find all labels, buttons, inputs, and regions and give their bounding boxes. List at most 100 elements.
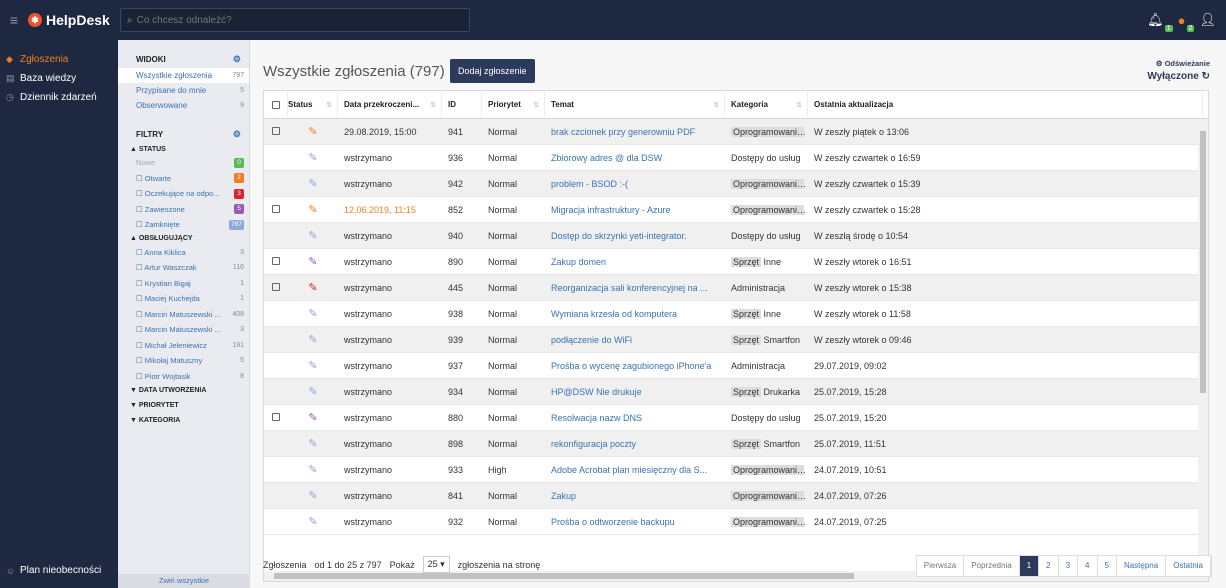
handler-filter[interactable]: ☐ Piotr Wojtasik 8 xyxy=(118,369,249,385)
topic-link[interactable]: problem - BSOD :-( xyxy=(545,179,725,189)
page-button[interactable]: Poprzednia xyxy=(964,556,1020,576)
collapse-all-button[interactable]: Zwiń wszystkie xyxy=(118,574,250,588)
table-row[interactable]: ✎ wstrzymano 932 Normal Prośba o odtworzenie… xyxy=(264,509,1208,535)
app-logo[interactable]: ✱ HelpDesk xyxy=(28,12,120,28)
row-checkbox[interactable] xyxy=(264,204,288,215)
table-row[interactable]: ✎ wstrzymano 890 Normal Zakup domen Sprzęt In… xyxy=(264,249,1208,275)
handler-filter[interactable]: ☐ Michał Jeleniewicz 191 xyxy=(118,338,249,354)
deadline-cell: wstrzymano xyxy=(344,152,393,163)
table-row[interactable]: ✎ wstrzymano 934 Normal HP@DSW Nie drukuje Sp… xyxy=(264,379,1208,405)
page-button[interactable]: Ostatnia xyxy=(1166,556,1211,576)
handler-filter[interactable]: ☐ Marcin Matuszewski ... 408 xyxy=(118,307,249,323)
table-row[interactable]: ✎ wstrzymano 936 Normal Zbiorowy adres @ dla… xyxy=(264,145,1208,171)
col-topic[interactable]: Temat ⇅ xyxy=(545,91,725,118)
handler-filter[interactable]: ☐ Anna Kiklica 3 xyxy=(118,245,249,261)
handler-filter[interactable]: ☐ Krystian Bigaj 1 xyxy=(118,276,249,292)
date-header[interactable]: ▼ DATA UTWORZENIA xyxy=(118,384,249,396)
topic-link[interactable]: Migracja infrastruktury - Azure xyxy=(545,205,725,215)
page-size-select[interactable]: 25 ▾ xyxy=(422,556,450,573)
select-all-checkbox[interactable] xyxy=(264,91,288,118)
page-button[interactable]: Pierwsza xyxy=(917,556,965,576)
view-assigned[interactable]: Przypisane do mnie 5 xyxy=(118,83,249,98)
topic-link[interactable]: Dostęp do skrzynki yeti-integrator. xyxy=(545,231,725,241)
gear-icon[interactable]: ⚙ xyxy=(233,54,241,65)
nav-item-knowledge[interactable]: ▤ Baza wiedzy xyxy=(0,69,118,88)
status-icon: ✎ xyxy=(308,126,318,138)
table-row[interactable]: ✎ 12.06.2019, 11:15 852 Normal Migracja infr… xyxy=(264,197,1208,223)
handler-filter[interactable]: ☐ Maciej Kuchejda 1 xyxy=(118,291,249,307)
status-filter[interactable]: ☐ Otwarte 2 xyxy=(118,171,249,187)
menu-icon[interactable]: ≡ xyxy=(0,12,28,28)
page-button[interactable]: 4 xyxy=(1078,556,1098,576)
col-category[interactable]: Kategoria ⇅ xyxy=(725,91,808,118)
handler-filter[interactable]: ☐ Artur Waszczak 116 xyxy=(118,260,249,276)
topic-link[interactable]: brak czcionek przy generowniu PDF xyxy=(545,127,725,137)
row-checkbox[interactable] xyxy=(264,282,288,293)
user-icon[interactable]: 👤︎ xyxy=(1199,12,1216,28)
handler-filter[interactable]: ☐ Mikołaj Matuszny 5 xyxy=(118,353,249,369)
table-row[interactable]: ✎ 29.08.2019, 15:00 941 Normal brak czcionek… xyxy=(264,119,1208,145)
search-input[interactable] xyxy=(136,14,457,26)
topic-link[interactable]: Adobe Acrobat plan miesięczny dla S... xyxy=(545,465,725,475)
row-checkbox[interactable] xyxy=(264,256,288,267)
topic-link[interactable]: Zbiorowy adres @ dla DSW xyxy=(545,153,725,163)
table-row[interactable]: ✎ wstrzymano 880 Normal Resolwacja nazw DNS D… xyxy=(264,405,1208,431)
nav-item-tickets[interactable]: ◆ Zgłoszenia xyxy=(0,50,118,69)
updated-cell: W zeszły wtorek o 11:58 xyxy=(814,308,911,319)
col-priority[interactable]: Priorytet ⇅ xyxy=(482,91,545,118)
table-row[interactable]: ✎ wstrzymano 933 High Adobe Acrobat plan mie… xyxy=(264,457,1208,483)
page-button[interactable]: Następna xyxy=(1117,556,1167,576)
topic-link[interactable]: Zakup xyxy=(545,491,725,501)
page-button[interactable]: 2 xyxy=(1039,556,1059,576)
status-filter[interactable]: ☐ Zamknięte 787 xyxy=(118,217,249,233)
col-deadline[interactable]: Data przekroczeni... ⇅ xyxy=(338,91,442,118)
row-checkbox[interactable] xyxy=(264,126,288,137)
id-cell: 898 xyxy=(448,438,464,449)
handlers-header[interactable]: ▲ OBSŁUGUJĄCY xyxy=(118,233,249,245)
handler-filter[interactable]: ☐ Marcin Matuszewski ... 3 xyxy=(118,322,249,338)
status-filter[interactable]: ☐ Zawieszone 5 xyxy=(118,202,249,218)
table-row[interactable]: ✎ wstrzymano 937 Normal Prośba o wycenę zagu… xyxy=(264,353,1208,379)
status-filter[interactable]: Nowe 0 xyxy=(118,155,249,171)
topic-link[interactable]: Resolwacja nazw DNS xyxy=(545,413,725,423)
priority-cell: Normal xyxy=(488,490,518,501)
view-all[interactable]: Wszystkie zgłoszenia 797 xyxy=(118,68,249,83)
topic-link[interactable]: Zakup domen xyxy=(545,257,725,267)
row-checkbox[interactable] xyxy=(264,412,288,423)
table-row[interactable]: ✎ wstrzymano 898 Normal rekonfiguracja poczt… xyxy=(264,431,1208,457)
view-watched[interactable]: Obserwowane 9 xyxy=(118,98,249,113)
page-button[interactable]: 1 xyxy=(1019,556,1040,576)
topic-link[interactable]: Wymiana krzesła od komputera xyxy=(545,309,725,319)
topic-link[interactable]: Prośba o wycenę zagubionego iPhone'a xyxy=(545,361,725,371)
nav-item-log[interactable]: ◷ Dziennik zdarzeń xyxy=(0,88,118,107)
col-id[interactable]: ID xyxy=(442,91,482,118)
table-row[interactable]: ✎ wstrzymano 940 Normal Dostęp do skrzynki y… xyxy=(264,223,1208,249)
col-updated[interactable]: Ostatnia aktualizacja xyxy=(808,91,1203,118)
table-row[interactable]: ✎ wstrzymano 942 Normal problem - BSOD :-(Op… xyxy=(264,171,1208,197)
topic-link[interactable]: rekonfiguracja poczty xyxy=(545,439,725,449)
topic-link[interactable]: podłączenie do WiFi xyxy=(545,335,725,345)
add-ticket-button[interactable]: Dodaj zgłoszenie xyxy=(450,59,535,83)
table-row[interactable]: ✎ wstrzymano 938 Normal Wymiana krzesła od k… xyxy=(264,301,1208,327)
topic-link[interactable]: HP@DSW Nie drukuje xyxy=(545,387,725,397)
gear-icon[interactable]: ⚙ xyxy=(233,129,241,140)
nav-item-absence[interactable]: ☺ Plan nieobecności xyxy=(0,561,101,580)
table-row[interactable]: ✎ wstrzymano 939 Normal podłączenie do WiFi S… xyxy=(264,327,1208,353)
table-row[interactable]: ✎ wstrzymano 445 Normal Reorganizacja sali k… xyxy=(264,275,1208,301)
refresh-toggle[interactable]: ⚙ Odświeżanie Wyłączone ↻ xyxy=(1147,59,1210,82)
topic-link[interactable]: Prośba o odtworzenie backupu xyxy=(545,517,725,527)
topic-link[interactable]: Reorganizacja sali konferencyjnej na ... xyxy=(545,283,725,293)
col-status[interactable]: Status ⇅ xyxy=(288,91,338,118)
status-icon: ✎ xyxy=(308,438,318,450)
bell-icon[interactable]: 🔔︎ 1 xyxy=(1147,12,1173,32)
category-header[interactable]: ▼ KATEGORIA xyxy=(118,414,249,426)
priority-header[interactable]: ▼ PRIORYTET xyxy=(118,399,249,411)
page-button[interactable]: 5 xyxy=(1098,556,1117,576)
page-button[interactable]: 3 xyxy=(1059,556,1079,576)
table-row[interactable]: ✎ wstrzymano 841 Normal Zakup Oprogramowanie … xyxy=(264,483,1208,509)
status-header[interactable]: ▲ STATUS xyxy=(118,143,249,155)
vertical-scrollbar[interactable] xyxy=(1198,119,1208,561)
status-filter[interactable]: ☐ Oczekujące na odpo... 3 xyxy=(118,186,249,202)
chat-icon[interactable]: ● 2 xyxy=(1178,13,1195,32)
search-box[interactable]: ⌕ xyxy=(120,8,470,32)
